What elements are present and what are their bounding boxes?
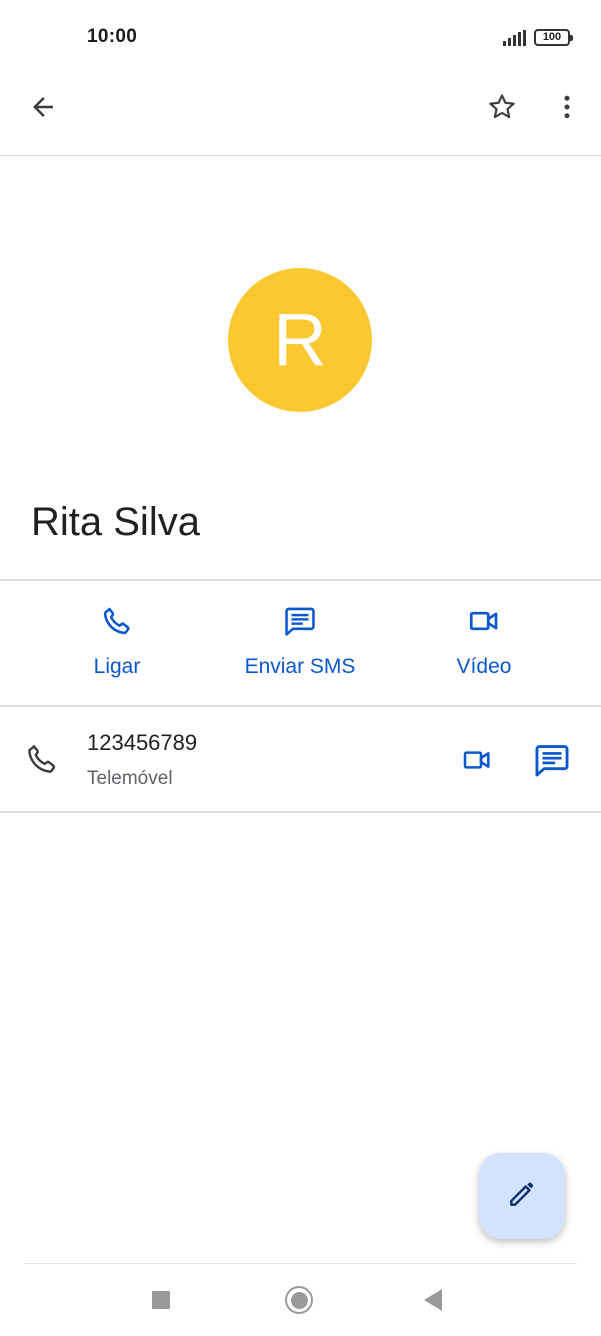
home-circle-icon[interactable]: [285, 1286, 313, 1314]
arrow-back-icon[interactable]: [19, 83, 67, 131]
video-action-button[interactable]: Vídeo: [434, 604, 534, 679]
quick-actions: Ligar Enviar SMS Vídeo: [0, 582, 601, 706]
sms-action-button[interactable]: Enviar SMS: [225, 604, 375, 679]
phone-icon: [24, 741, 60, 782]
message-icon[interactable]: [533, 741, 571, 784]
more-vert-icon[interactable]: [543, 83, 591, 131]
phone-number-row[interactable]: 123456789 Telemóvel: [0, 708, 601, 812]
battery-icon: 100: [534, 29, 573, 46]
call-action-label: Ligar: [93, 655, 141, 678]
avatar: R: [228, 268, 372, 412]
status-time: 10:00: [87, 26, 138, 47]
contact-name: Rita Silva: [31, 500, 200, 544]
signal-icon: [503, 30, 527, 51]
call-action-button[interactable]: Ligar: [67, 604, 167, 679]
phone-icon: [100, 604, 134, 643]
top-app-bar: [0, 76, 601, 156]
sms-action-label: Enviar SMS: [244, 655, 356, 678]
nav-divider: [24, 1263, 577, 1264]
back-triangle-icon[interactable]: [424, 1289, 442, 1311]
video-action-label: Vídeo: [456, 655, 512, 678]
videocam-icon: [467, 604, 501, 643]
recents-square-icon[interactable]: [152, 1291, 170, 1309]
divider: [0, 811, 601, 813]
edit-pencil-icon: [506, 1178, 538, 1215]
status-bar: 10:00 100: [0, 0, 601, 76]
battery-level: 100: [542, 31, 562, 43]
contact-details-screen: 10:00 100 R Rita Silva Ligar Enviar SMS …: [0, 0, 601, 1336]
phone-type-label: Telemóvel: [87, 768, 173, 789]
divider: [0, 705, 601, 707]
phone-number: 123456789: [87, 730, 198, 755]
divider: [0, 579, 601, 581]
videocam-icon[interactable]: [459, 744, 495, 781]
star-outline-icon[interactable]: [478, 83, 526, 131]
edit-contact-button[interactable]: [479, 1153, 565, 1239]
avatar-initial: R: [273, 298, 327, 381]
message-icon: [283, 604, 317, 643]
